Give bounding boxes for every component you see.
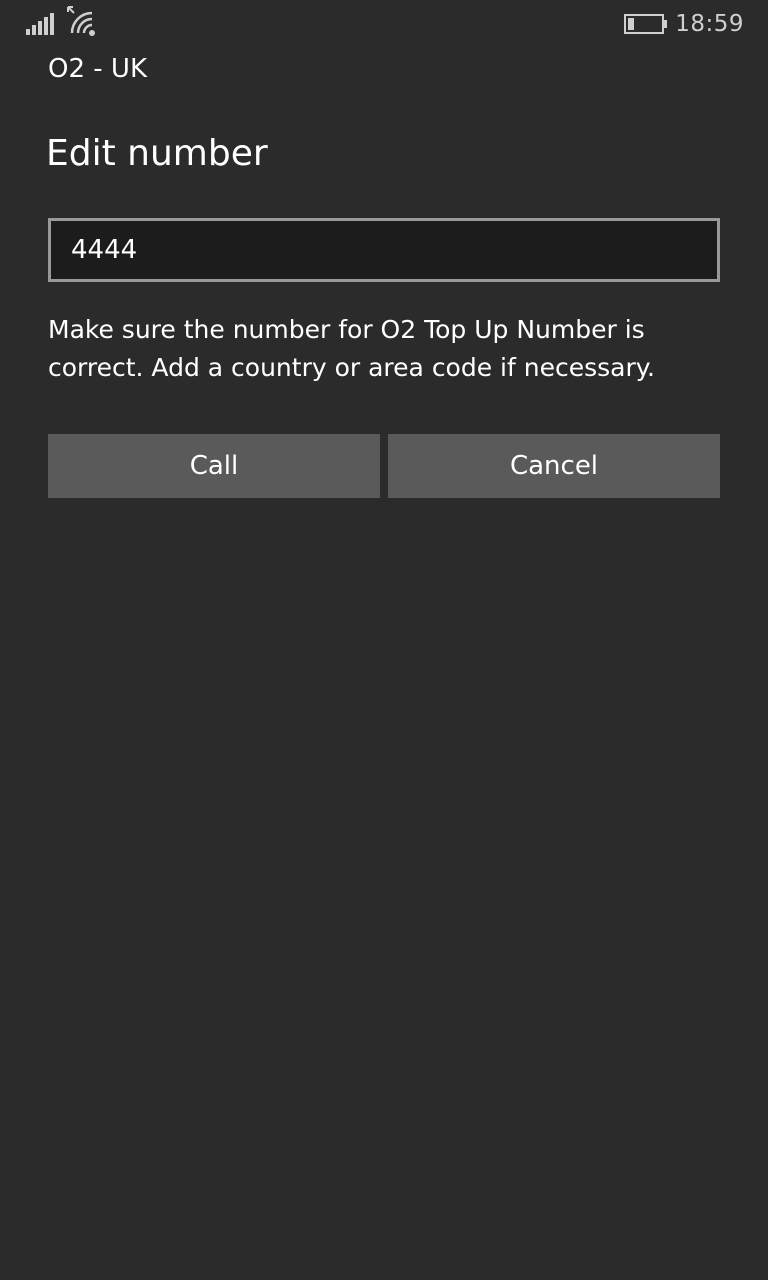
page-title: Edit number <box>46 133 268 174</box>
description-text: Make sure the number for O2 Top Up Numbe… <box>48 315 655 382</box>
carrier-name: O2 - UK <box>48 54 147 84</box>
wifi-icon <box>67 6 95 36</box>
signal-icon <box>26 13 54 35</box>
status-bar: 18:59 <box>0 0 768 48</box>
cancel-button[interactable]: Cancel <box>388 434 720 498</box>
battery-icon <box>624 14 667 34</box>
clock: 18:59 <box>675 11 744 37</box>
call-button[interactable]: Call <box>48 434 380 498</box>
phone-number-input[interactable] <box>48 218 720 282</box>
